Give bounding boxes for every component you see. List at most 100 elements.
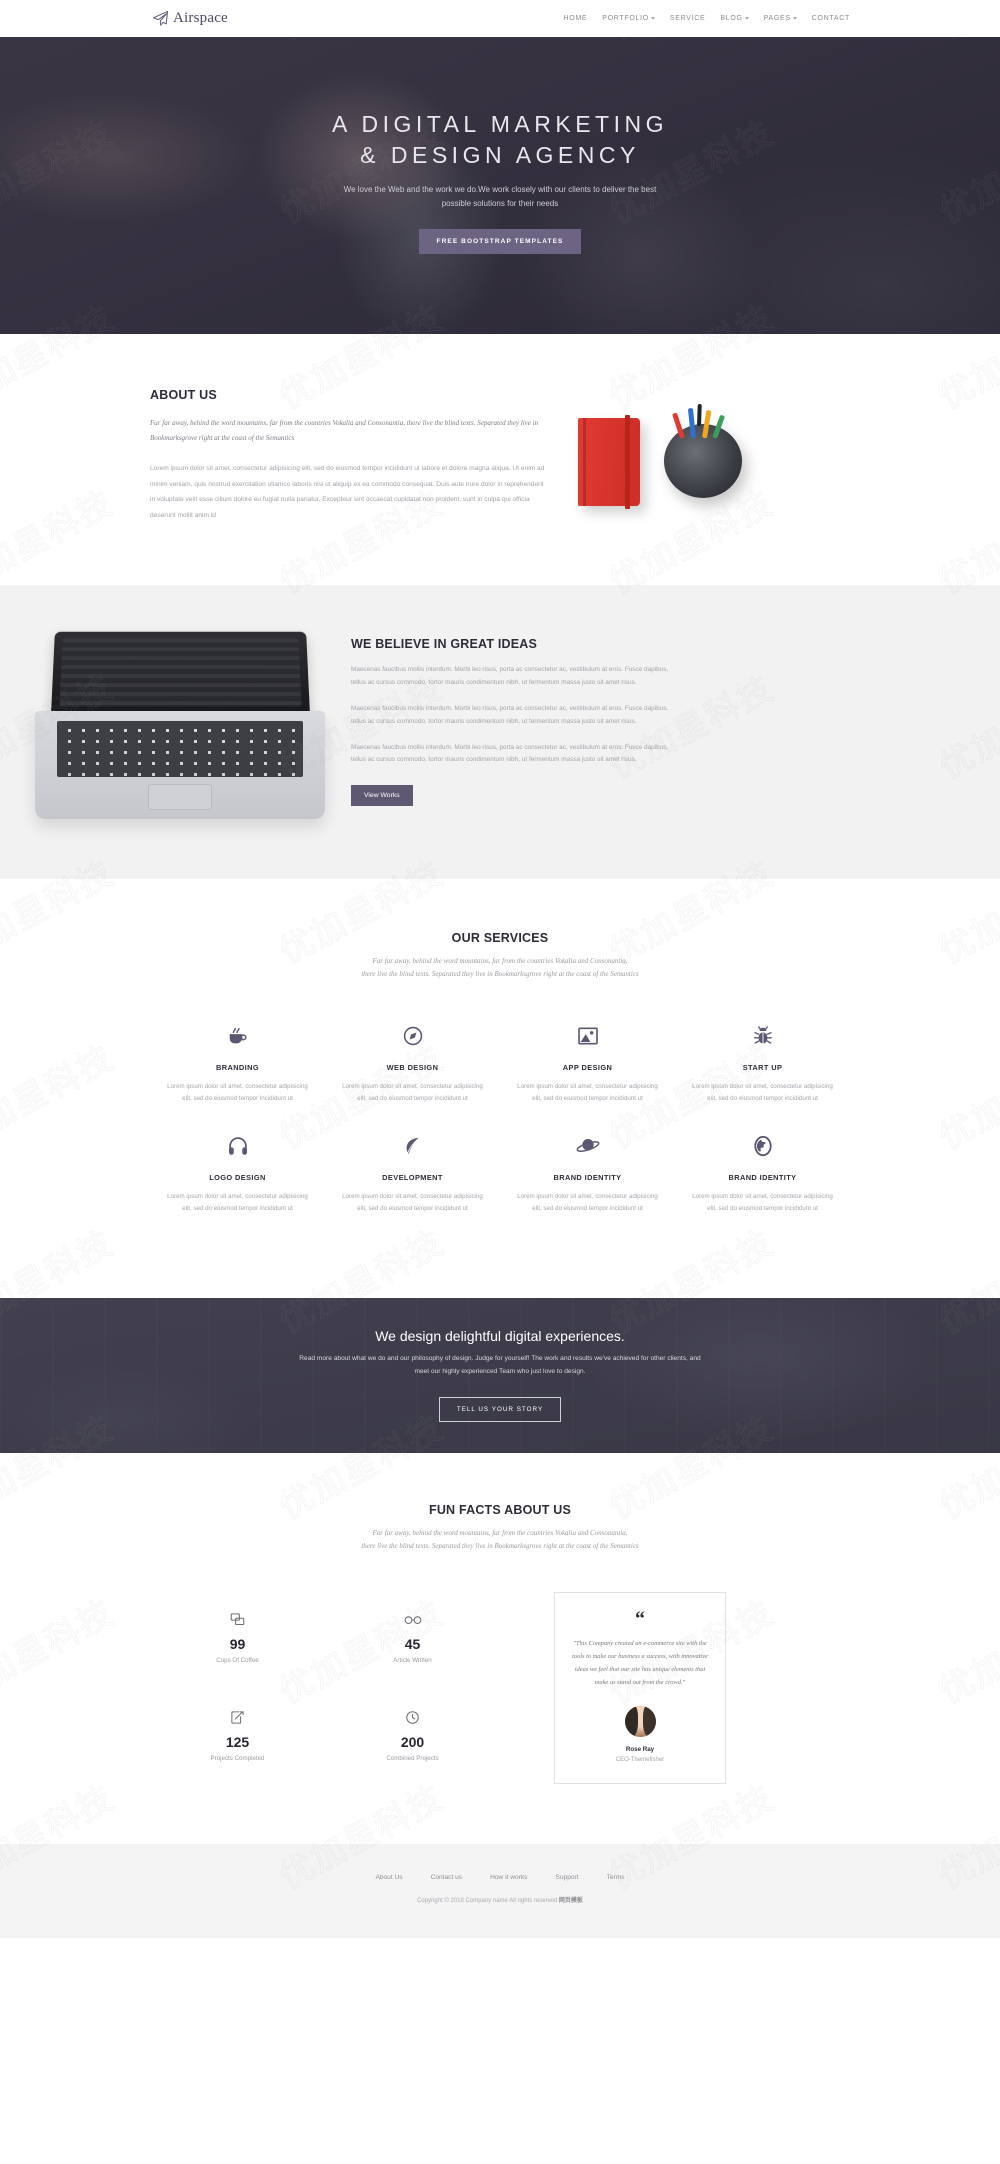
glasses-icon [325,1608,500,1630]
great-ideas-paragraph-3: Maecenas faucibus mollis interdum. Morbi… [351,743,669,764]
chat-bubbles-icon [150,1608,325,1630]
fun-facts-title: FUN FACTS ABOUT US [428,1502,572,1517]
service-item-brand-identity-1[interactable]: BRAND IDENTITY Lorem ipsum dolor sit ame… [500,1131,675,1241]
red-notebook-illustration [578,415,640,509]
free-bootstrap-templates-button[interactable]: FREE BOOTSTRAP TEMPLATES [418,229,582,255]
counter-value: 99 [229,1636,246,1653]
nav-label: SERVICE [669,15,706,22]
services-subtitle: Far far away, behind the word mountains,… [150,955,850,981]
coffee-cup-icon [164,1021,311,1051]
service-text: Lorem ipsum dolor sit amet, consectetur … [517,1193,658,1213]
hero-section: A DIGITAL MARKETING & DESIGN AGENCY We l… [0,37,1000,334]
footer-link-about-us[interactable]: About Us [375,1874,402,1881]
service-item-branding[interactable]: BRANDING Lorem ipsum dolor sit amet, con… [150,1021,325,1131]
view-works-button[interactable]: View Works [351,785,413,807]
service-text: Lorem ipsum dolor sit amet, consectetur … [517,1083,658,1103]
navbar: Airspace HOME PORTFOLIO SERVICE BLOG PAG… [0,0,1000,37]
service-item-development[interactable]: DEVELOPMENT Lorem ipsum dolor sit amet, … [325,1131,500,1241]
service-text: Lorem ipsum dolor sit amet, consectetur … [167,1193,308,1213]
service-title: DEVELOPMENT [382,1173,443,1183]
quote-mark-icon: “ [635,1608,645,1631]
services-section: OUR SERVICES Far far away, behind the wo… [0,879,1000,1298]
great-ideas-paragraph-2: Maecenas faucibus mollis interdum. Morbi… [351,704,669,725]
page-root: Airspace HOME PORTFOLIO SERVICE BLOG PAG… [0,0,1000,1939]
nav-label: BLOG [720,15,743,22]
nav-item-contact[interactable]: CONTACT [812,15,850,22]
nav-label: HOME [563,15,588,22]
about-body: Lorem ipsum dolor sit amet, consectetur … [150,465,545,519]
laptop-base [35,711,325,820]
about-lead: Far far away, behind the word mountains,… [150,419,539,442]
service-title: BRAND IDENTITY [553,1173,622,1183]
counter-cups-of-coffee: 99 Cups Of Coffee [150,1592,325,1690]
brand-logo[interactable]: Airspace [152,10,228,27]
bug-icon [689,1021,836,1051]
counter-article-written: 45 Article Written [325,1592,500,1690]
testimonial-card: “ "This Company created an e-commerce si… [554,1592,726,1784]
planet-icon [514,1131,661,1161]
service-title: WEB DESIGN [386,1063,439,1073]
nav-label: PORTFOLIO [602,15,649,22]
fun-facts-subtitle-line2: there live the blind texts. Separated th… [361,1541,639,1550]
great-ideas-title: WE BELIEVE IN GREAT IDEAS [351,637,538,652]
service-item-app-design[interactable]: APP DESIGN Lorem ipsum dolor sit amet, c… [500,1021,675,1131]
globe-icon [689,1131,836,1161]
chevron-down-icon [792,17,797,20]
counter-projects-completed: 125 Projects Completed [150,1690,325,1788]
service-item-brand-identity-2[interactable]: BRAND IDENTITY Lorem ipsum dolor sit ame… [675,1131,850,1241]
great-ideas-paragraph-1: Maecenas faucibus mollis interdum. Morbi… [351,666,669,687]
nav-item-home[interactable]: HOME [563,15,587,22]
nav-item-service[interactable]: SERVICE [670,15,706,22]
counter-value: 125 [225,1734,250,1751]
counter-value: 200 [400,1734,425,1751]
footer-link-support[interactable]: Support [555,1874,578,1881]
fun-facts-subtitle: Far far away, behind the word mountains,… [150,1527,850,1553]
footer: About Us Contact us How it works Support… [0,1844,1000,1939]
service-title: START UP [742,1063,783,1073]
tell-us-your-story-button[interactable]: TELL US YOUR STORY [438,1396,562,1422]
service-title: BRAND IDENTITY [728,1173,797,1183]
hero-title: A DIGITAL MARKETING & DESIGN AGENCY [332,109,668,170]
service-item-logo-design[interactable]: LOGO DESIGN Lorem ipsum dolor sit amet, … [150,1131,325,1241]
service-text: Lorem ipsum dolor sit amet, consectetur … [342,1193,483,1213]
copyright: Copyright © 2018 Company name All rights… [0,1895,1000,1904]
service-text: Lorem ipsum dolor sit amet, consectetur … [692,1083,833,1103]
services-subtitle-line1: Far far away, behind the word mountains,… [372,957,628,966]
paper-plane-icon [152,10,169,27]
hero-title-line1: A DIGITAL MARKETING [332,110,668,137]
nav-label: CONTACT [811,15,850,22]
testimonial-author-name: Rose Ray [625,1745,655,1753]
hero-title-line2: & DESIGN AGENCY [360,141,640,168]
great-ideas-section: WE BELIEVE IN GREAT IDEAS Maecenas fauci… [0,585,1000,880]
footer-link-contact-us[interactable]: Contact us [431,1874,463,1881]
leaf-icon [339,1131,486,1161]
nav-item-pages[interactable]: PAGES [764,15,797,22]
footer-link-terms[interactable]: Terms [607,1874,625,1881]
fun-facts-section: FUN FACTS ABOUT US Far far away, behind … [0,1452,1000,1845]
compass-icon [339,1021,486,1051]
footer-link-how-it-works[interactable]: How it works [490,1874,527,1881]
nav-item-portfolio[interactable]: PORTFOLIO [602,15,655,22]
service-item-start-up[interactable]: START UP Lorem ipsum dolor sit amet, con… [675,1021,850,1131]
clock-icon [325,1706,500,1728]
testimonial-quote: "This Company created an e-commerce site… [572,1640,708,1686]
testimonial-author-role: CEO-Themefisher [615,1756,665,1763]
hero-subtitle: We love the Web and the work we do.We wo… [343,185,657,209]
service-item-web-design[interactable]: WEB DESIGN Lorem ipsum dolor sit amet, c… [325,1021,500,1131]
headphones-icon [164,1131,311,1161]
fun-facts-subtitle-line1: Far far away, behind the word mountains,… [372,1528,628,1537]
avatar [624,1705,656,1737]
services-subtitle-line2: there live the blind texts. Separated th… [361,970,639,979]
about-image [578,403,768,520]
counter-label: Combined Projects [386,1755,439,1763]
about-title: ABOUT US [150,388,217,402]
chevron-down-icon [650,17,655,20]
primary-nav: HOME PORTFOLIO SERVICE BLOG PAGES CONTAC… [563,15,850,22]
nav-item-blog[interactable]: BLOG [720,15,749,22]
chevron-down-icon [744,17,749,20]
counter-label: Article Written [393,1657,432,1665]
service-title: BRANDING [215,1063,260,1073]
cta-section: We design delightful digital experiences… [0,1297,1000,1453]
counter-value: 45 [404,1636,421,1653]
copyright-badge: 网页模板 [558,1898,583,1905]
